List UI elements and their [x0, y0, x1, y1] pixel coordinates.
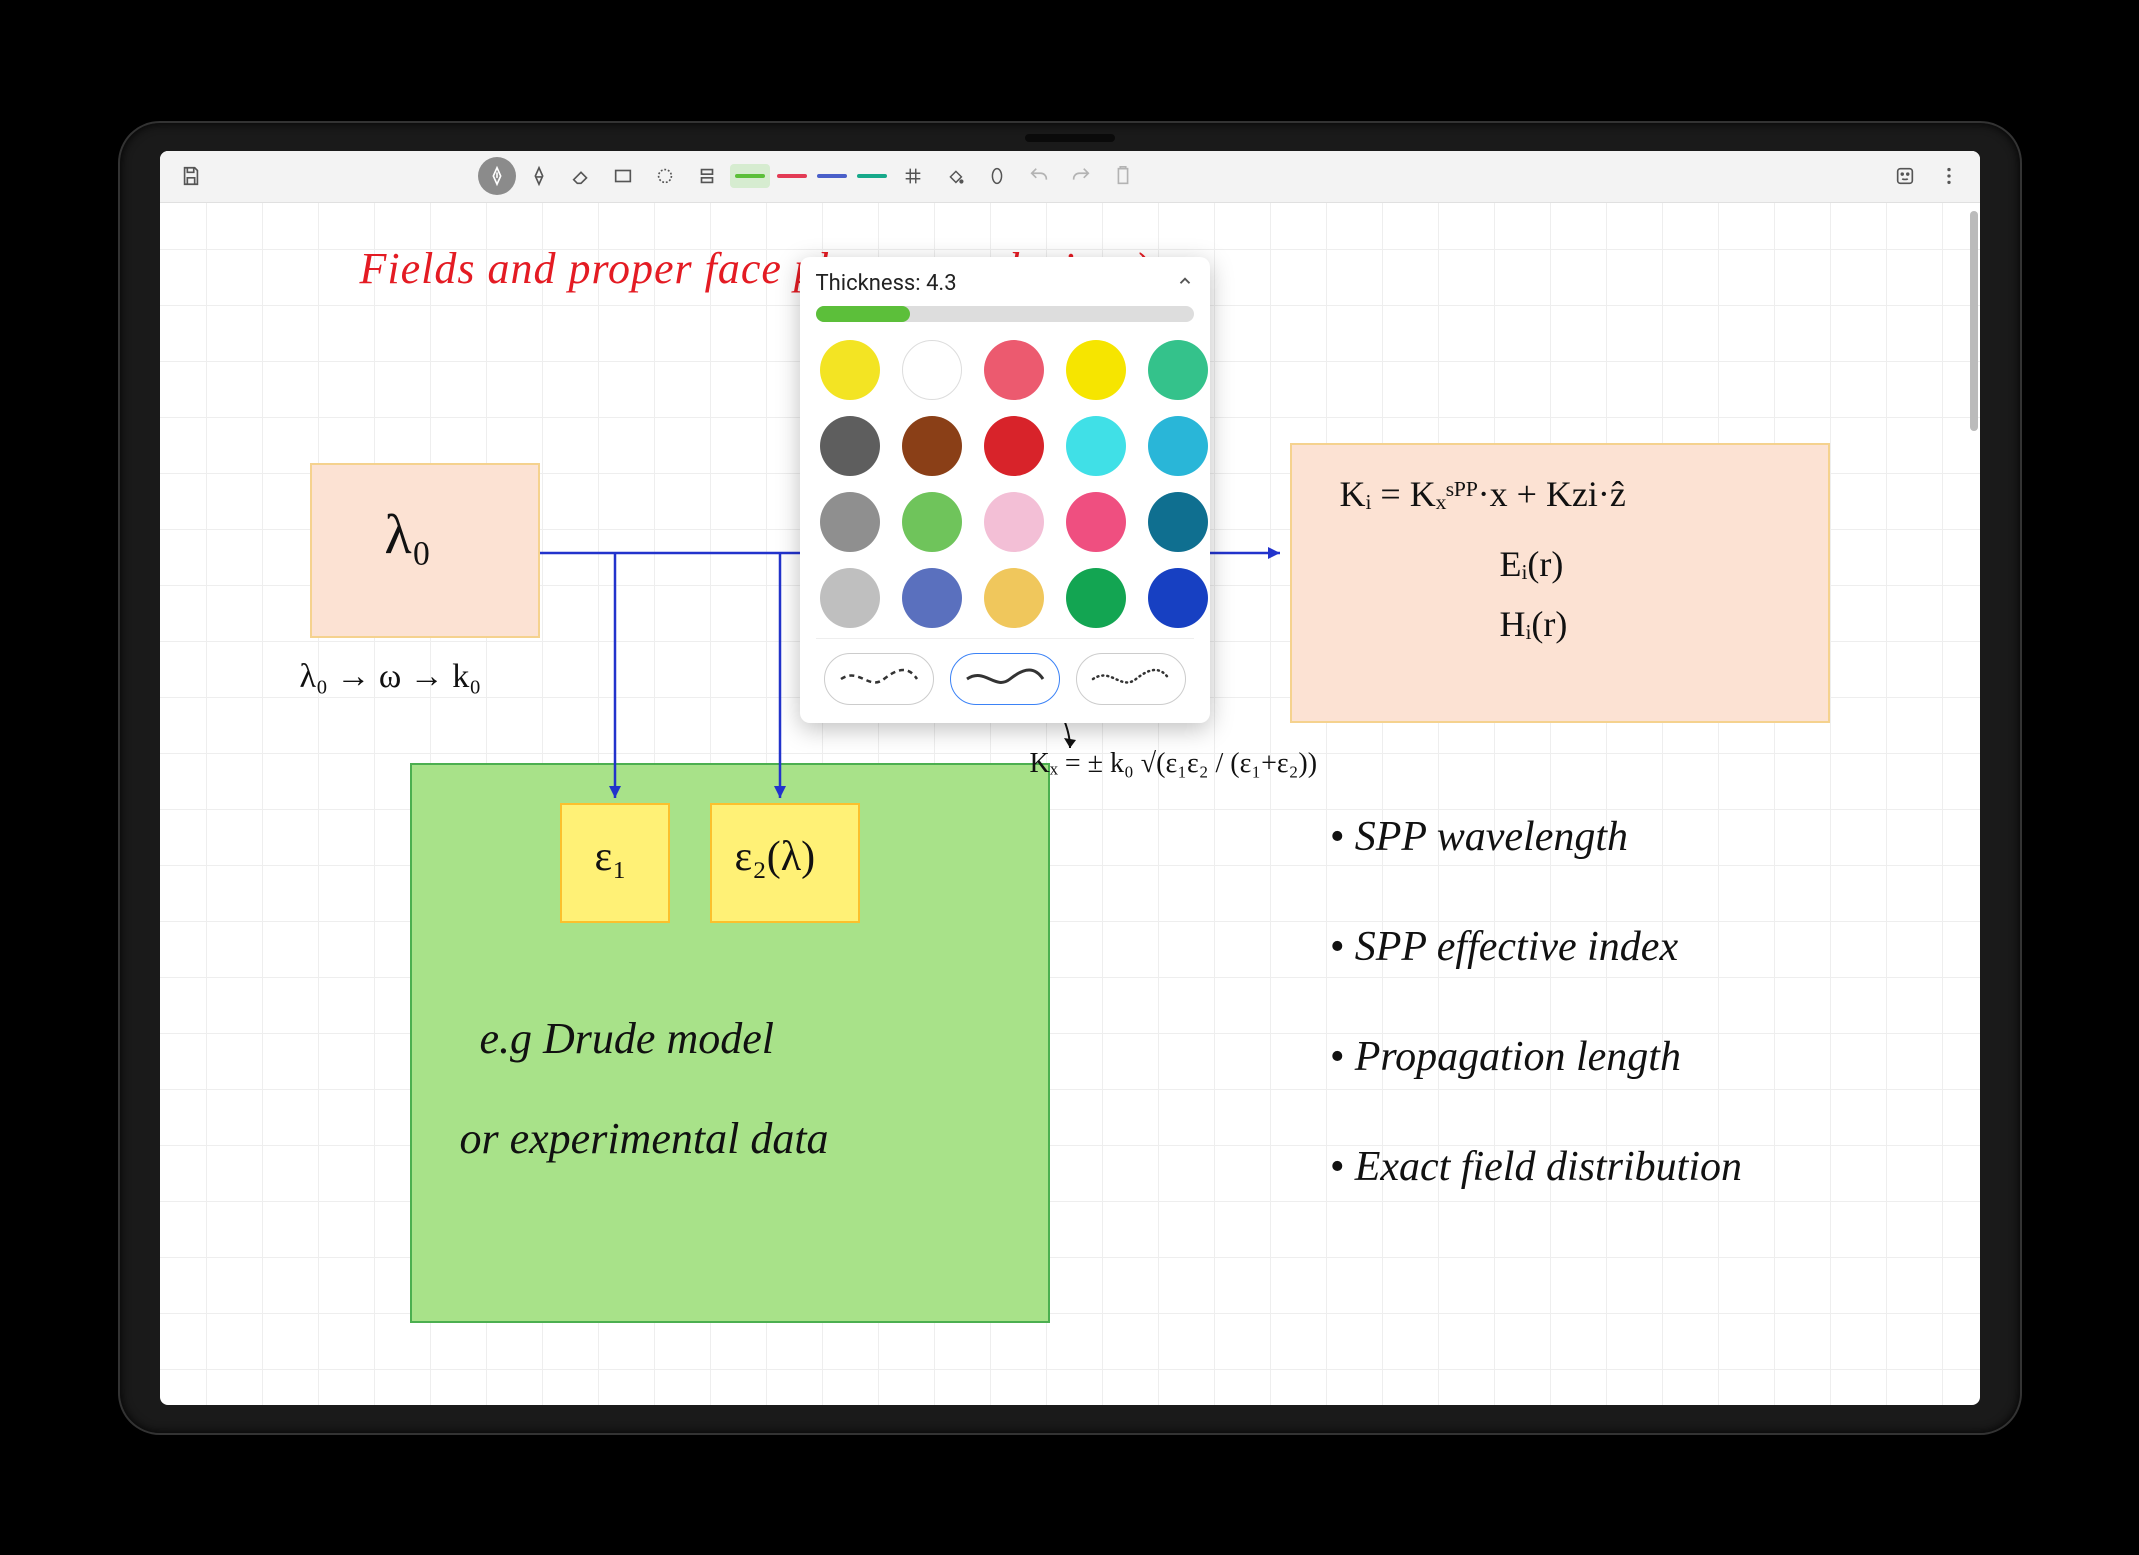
- color-palette: [816, 340, 1194, 628]
- collapse-popup-button[interactable]: [1176, 272, 1194, 295]
- bullet-0: • SPP wavelength: [1330, 813, 1629, 861]
- label-drude1: e.g Drude model: [480, 1013, 775, 1064]
- color-blue-swatch[interactable]: [814, 164, 850, 188]
- color-option[interactable]: [820, 416, 880, 476]
- pen-tool[interactable]: [478, 157, 516, 195]
- label-drude2: or experimental data: [460, 1113, 829, 1164]
- color-option[interactable]: [1066, 492, 1126, 552]
- redo-button[interactable]: [1062, 157, 1100, 195]
- color-option[interactable]: [1066, 568, 1126, 628]
- thickness-slider-fill: [816, 306, 911, 322]
- color-teal-swatch[interactable]: [854, 164, 890, 188]
- color-option[interactable]: [820, 568, 880, 628]
- label-kx: Kₓ = ± k₀ √(ε₁ε₂ / (ε₁+ε₂)): [1030, 748, 1318, 780]
- color-option[interactable]: [984, 492, 1044, 552]
- color-option[interactable]: [1148, 568, 1208, 628]
- label-lambda0: λ₀: [385, 503, 432, 567]
- label-lambda-chain: λ₀ → ω → k₀: [300, 658, 482, 696]
- color-option[interactable]: [984, 340, 1044, 400]
- app-screen: Fields and proper face plasmon polariton…: [160, 151, 1980, 1405]
- color-green-swatch[interactable]: [730, 164, 770, 188]
- label-eps1: ε₁: [595, 833, 627, 881]
- stroke-dotted-option[interactable]: [1076, 653, 1186, 705]
- save-button[interactable]: [172, 157, 210, 195]
- color-option[interactable]: [820, 492, 880, 552]
- color-red-swatch[interactable]: [774, 164, 810, 188]
- color-option[interactable]: [984, 568, 1044, 628]
- brush-tool[interactable]: [520, 157, 558, 195]
- color-option[interactable]: [902, 568, 962, 628]
- color-option[interactable]: [1148, 492, 1208, 552]
- sticker-button[interactable]: [1886, 157, 1924, 195]
- grid-toggle[interactable]: [894, 157, 932, 195]
- color-option[interactable]: [1148, 416, 1208, 476]
- color-option[interactable]: [984, 416, 1044, 476]
- color-option[interactable]: [1148, 340, 1208, 400]
- thickness-slider[interactable]: [816, 306, 1194, 322]
- color-option[interactable]: [902, 492, 962, 552]
- thickness-label: Thickness: 4.3: [816, 271, 957, 296]
- fill-tool[interactable]: [936, 157, 974, 195]
- menu-button[interactable]: [1930, 157, 1968, 195]
- lasso-tool[interactable]: [646, 157, 684, 195]
- tablet-frame: Fields and proper face plasmon polariton…: [120, 123, 2020, 1433]
- scroll-indicator[interactable]: [1970, 211, 1978, 431]
- color-option[interactable]: [902, 416, 962, 476]
- drawing-canvas[interactable]: Fields and proper face plasmon polariton…: [160, 203, 1980, 1405]
- toolbar: [160, 151, 1980, 203]
- bullet-2: • Propagation length: [1330, 1033, 1681, 1081]
- tablet-camera: [1025, 134, 1115, 142]
- rectangle-tool[interactable]: [604, 157, 642, 195]
- label-hi: Hᵢ(r): [1500, 603, 1568, 645]
- color-option[interactable]: [820, 340, 880, 400]
- stroke-solid-option[interactable]: [950, 653, 1060, 705]
- highlighter-tool[interactable]: [978, 157, 1016, 195]
- label-eps2: ε₂(λ): [735, 833, 816, 881]
- stroke-style-row: [816, 653, 1194, 705]
- label-ki: Kᵢ = Kₓˢᴾᴾ·x + Kzi·ẑ: [1340, 473, 1626, 515]
- label-ei: Eᵢ(r): [1500, 543, 1564, 585]
- thickness-color-popup: Thickness: 4.3: [800, 257, 1210, 723]
- align-tool[interactable]: [688, 157, 726, 195]
- stroke-dashed-option[interactable]: [824, 653, 934, 705]
- clipboard-button[interactable]: [1104, 157, 1142, 195]
- color-option[interactable]: [1066, 416, 1126, 476]
- color-option[interactable]: [1066, 340, 1126, 400]
- bullet-3: • Exact field distribution: [1330, 1143, 1743, 1191]
- undo-button[interactable]: [1020, 157, 1058, 195]
- bullet-1: • SPP effective index: [1330, 923, 1679, 971]
- color-option[interactable]: [902, 340, 962, 400]
- eraser-tool[interactable]: [562, 157, 600, 195]
